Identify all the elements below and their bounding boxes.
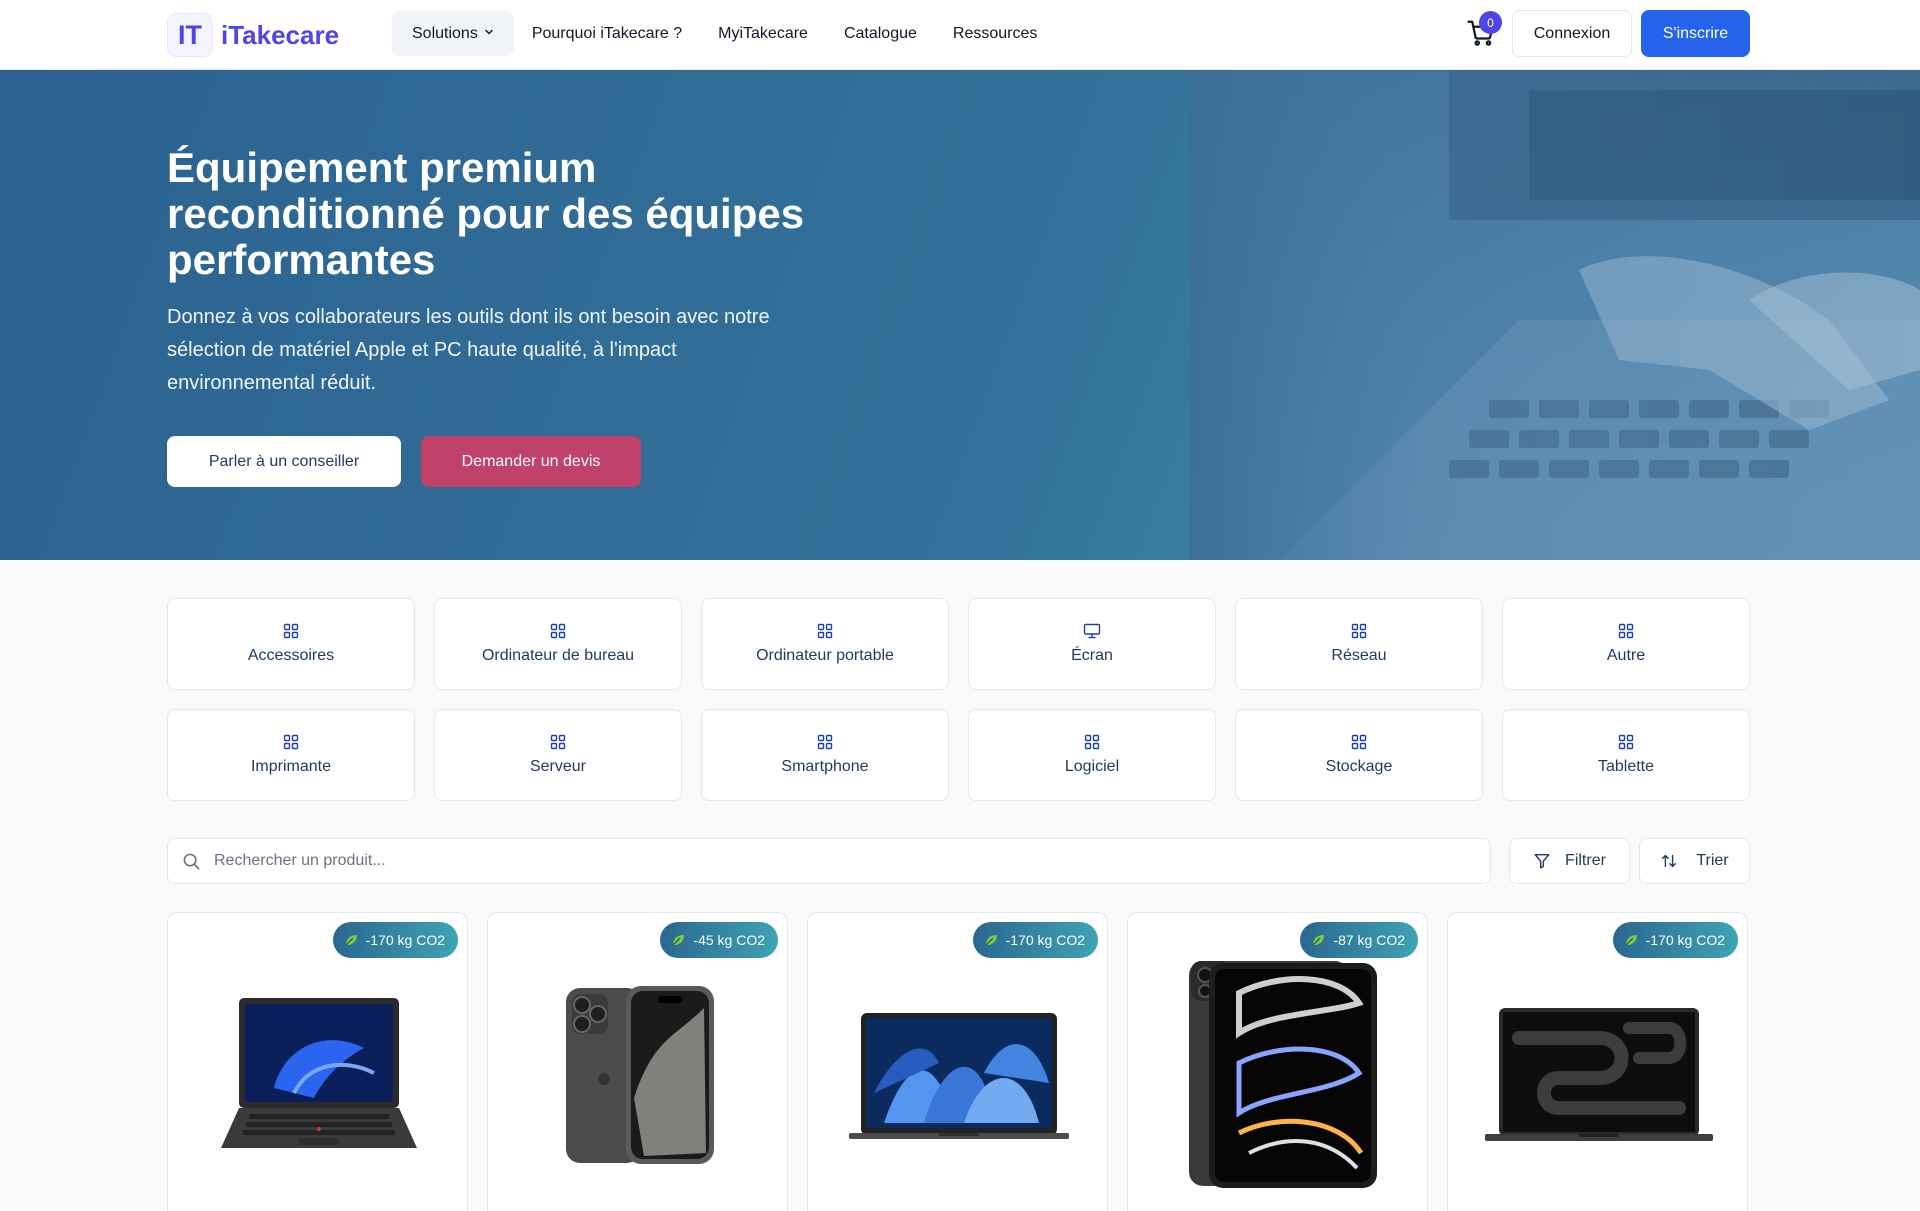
category-reseau[interactable]: Réseau bbox=[1235, 598, 1483, 690]
login-button[interactable]: Connexion bbox=[1512, 10, 1632, 57]
category-ordinateur-portable[interactable]: Ordinateur portable bbox=[701, 598, 949, 690]
co2-badge-label: -170 kg CO2 bbox=[365, 932, 445, 948]
request-quote-button[interactable]: Demander un devis bbox=[421, 436, 641, 487]
category-label: Smartphone bbox=[781, 758, 869, 775]
co2-badge-label: -170 kg CO2 bbox=[1645, 932, 1725, 948]
product-image-macbook-pro bbox=[1448, 953, 1747, 1193]
nav-ressources[interactable]: Ressources bbox=[935, 11, 1055, 56]
category-stockage[interactable]: Stockage bbox=[1235, 709, 1483, 801]
category-logiciel[interactable]: Logiciel bbox=[968, 709, 1216, 801]
category-label: Ordinateur de bureau bbox=[481, 647, 635, 664]
nav-solutions[interactable]: Solutions bbox=[392, 11, 514, 56]
main-nav: Solutions Pourquoi iTakecare ? MyiTakeca… bbox=[392, 11, 1055, 56]
product-image-ipad bbox=[1128, 953, 1427, 1193]
grid-icon bbox=[1618, 734, 1634, 750]
product-image-macbook-air bbox=[808, 953, 1107, 1193]
category-label: Accessoires bbox=[247, 647, 335, 664]
co2-badge-label: -170 kg CO2 bbox=[1005, 932, 1085, 948]
category-ecran[interactable]: Écran bbox=[968, 598, 1216, 690]
leaf-icon bbox=[345, 935, 357, 946]
category-label: Serveur bbox=[529, 758, 587, 775]
leaf-icon bbox=[1625, 935, 1637, 946]
product-grid: -170 kg CO2 -45 kg CO2 -170 kg CO2 -87 k… bbox=[167, 912, 1748, 1211]
product-image-iphone bbox=[488, 953, 787, 1193]
grid-icon bbox=[1351, 734, 1367, 750]
grid-icon bbox=[283, 734, 299, 750]
product-card[interactable]: -170 kg CO2 bbox=[167, 912, 468, 1211]
sort-label: Trier bbox=[1696, 852, 1729, 869]
category-ordinateur-de-bureau[interactable]: Ordinateur de bureau bbox=[434, 598, 682, 690]
category-label: Autre bbox=[1606, 647, 1646, 664]
category-imprimante[interactable]: Imprimante bbox=[167, 709, 415, 801]
product-card[interactable]: -87 kg CO2 bbox=[1127, 912, 1428, 1211]
category-autre[interactable]: Autre bbox=[1502, 598, 1750, 690]
category-label: Réseau bbox=[1331, 647, 1387, 664]
logo-text: iTakecare bbox=[221, 19, 340, 50]
filter-button[interactable]: Filtrer bbox=[1509, 838, 1630, 884]
category-accessoires[interactable]: Accessoires bbox=[167, 598, 415, 690]
cart-count-badge: 0 bbox=[1479, 11, 1502, 34]
grid-icon bbox=[283, 623, 299, 639]
product-card[interactable]: -170 kg CO2 bbox=[807, 912, 1108, 1211]
top-navigation-bar: IT iTakecare Solutions Pourquoi iTakecar… bbox=[0, 0, 1920, 70]
search-input[interactable] bbox=[214, 852, 1490, 870]
category-label: Stockage bbox=[1325, 758, 1393, 775]
filter-icon bbox=[1534, 853, 1550, 869]
leaf-icon bbox=[1312, 935, 1325, 946]
grid-icon bbox=[1351, 623, 1367, 639]
filter-label: Filtrer bbox=[1565, 852, 1606, 869]
monitor-icon bbox=[1083, 623, 1101, 639]
co2-badge-label: -87 kg CO2 bbox=[1333, 932, 1405, 948]
category-label: Tablette bbox=[1597, 758, 1655, 775]
co2-badge-label: -45 kg CO2 bbox=[693, 932, 765, 948]
category-label: Imprimante bbox=[250, 758, 332, 775]
grid-icon bbox=[817, 734, 833, 750]
nav-myitakecare[interactable]: MyiTakecare bbox=[700, 11, 826, 56]
signup-button[interactable]: S'inscrire bbox=[1641, 10, 1750, 57]
sort-arrows-icon bbox=[1662, 854, 1677, 868]
search-icon bbox=[183, 853, 200, 870]
leaf-icon bbox=[985, 935, 997, 946]
category-label: Logiciel bbox=[1064, 758, 1120, 775]
hero-laptop-photo bbox=[1189, 70, 1920, 560]
logo[interactable]: IT iTakecare bbox=[167, 13, 339, 57]
category-grid: Accessoires Ordinateur de bureau Ordinat… bbox=[167, 598, 1750, 801]
category-tablette[interactable]: Tablette bbox=[1502, 709, 1750, 801]
grid-icon bbox=[1618, 623, 1634, 639]
hero-banner: Équipement premium reconditionné pour de… bbox=[0, 70, 1920, 560]
chevron-down-icon bbox=[484, 27, 494, 40]
product-search-bar[interactable] bbox=[167, 838, 1491, 884]
nav-solutions-label: Solutions bbox=[412, 24, 478, 42]
nav-catalogue[interactable]: Catalogue bbox=[826, 11, 935, 56]
talk-to-advisor-button[interactable]: Parler à un conseiller bbox=[167, 436, 401, 487]
category-label: Écran bbox=[1071, 647, 1113, 664]
product-image-pc-laptop bbox=[168, 953, 467, 1193]
hero-subtitle: Donnez à vos collaborateurs les outils d… bbox=[167, 306, 770, 394]
sort-button[interactable]: Trier bbox=[1639, 838, 1750, 884]
grid-icon bbox=[550, 623, 566, 639]
grid-icon bbox=[817, 623, 833, 639]
hero-title: Équipement premium reconditionné pour de… bbox=[167, 144, 805, 283]
grid-icon bbox=[550, 734, 566, 750]
logo-mark: IT bbox=[167, 13, 213, 57]
product-card[interactable]: -170 kg CO2 bbox=[1447, 912, 1748, 1211]
category-smartphone[interactable]: Smartphone bbox=[701, 709, 949, 801]
category-label: Ordinateur portable bbox=[756, 647, 894, 664]
nav-pourquoi[interactable]: Pourquoi iTakecare ? bbox=[514, 11, 700, 56]
grid-icon bbox=[1084, 734, 1100, 750]
category-serveur[interactable]: Serveur bbox=[434, 709, 682, 801]
leaf-icon bbox=[672, 935, 685, 946]
product-card[interactable]: -45 kg CO2 bbox=[487, 912, 788, 1211]
